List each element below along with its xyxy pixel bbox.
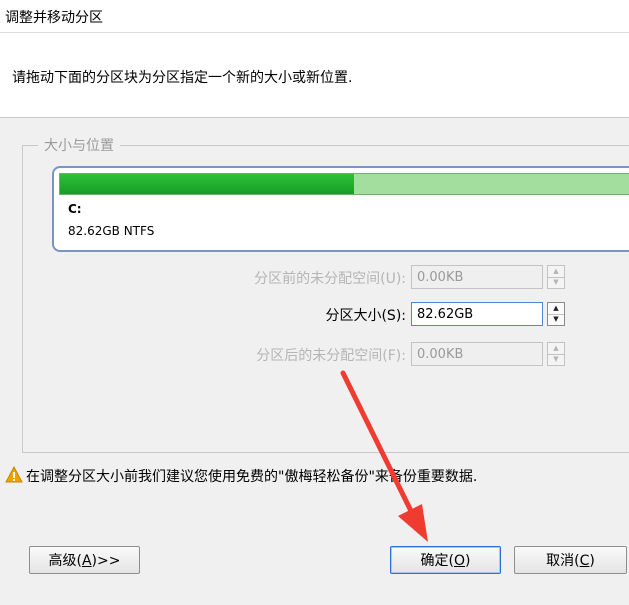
after-space-spinner[interactable]: ▲ ▼ (547, 342, 565, 366)
warning-icon (5, 466, 23, 483)
title-bar: 调整并移动分区 (0, 0, 629, 33)
after-space-label: 分区后的未分配空间(F): (256, 348, 406, 364)
instruction-panel: 请拖动下面的分区块为分区指定一个新的大小或新位置. (0, 33, 629, 118)
window-title: 调整并移动分区 (5, 10, 103, 26)
ok-button[interactable]: 确定(O) (390, 546, 501, 574)
partition-used-fill[interactable] (60, 174, 354, 194)
advanced-button[interactable]: 高级(A)>> (29, 546, 140, 574)
warning-text: 在调整分区大小前我们建议您使用免费的"傲梅轻松备份"来备份重要数据. (26, 469, 478, 485)
spin-down-icon[interactable]: ▼ (548, 277, 564, 288)
partition-bar[interactable] (59, 173, 629, 195)
spin-down-icon[interactable]: ▼ (548, 354, 564, 365)
before-space-spinner[interactable]: ▲ ▼ (547, 265, 565, 289)
partition-size-label: 分区大小(S): (325, 308, 406, 324)
partition-info: 82.62GB NTFS (68, 224, 155, 238)
partition-size-input[interactable] (411, 302, 543, 326)
partition-size-spinner[interactable]: ▲ ▼ (547, 302, 565, 326)
partition-block[interactable]: C: 82.62GB NTFS (52, 166, 629, 252)
before-space-input[interactable] (411, 265, 543, 289)
group-legend: 大小与位置 (38, 135, 120, 155)
before-space-label: 分区前的未分配空间(U): (254, 271, 406, 287)
spin-down-icon[interactable]: ▼ (548, 314, 564, 325)
after-space-input[interactable] (411, 342, 543, 366)
instruction-text: 请拖动下面的分区块为分区指定一个新的大小或新位置. (12, 70, 353, 86)
partition-letter: C: (68, 202, 82, 216)
cancel-button[interactable]: 取消(C) (514, 546, 627, 574)
